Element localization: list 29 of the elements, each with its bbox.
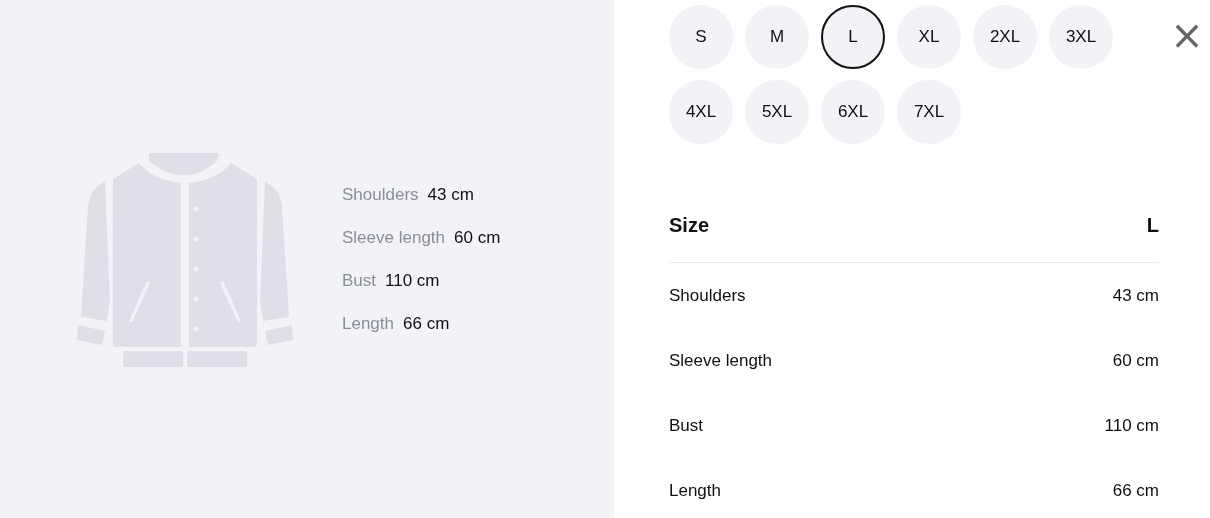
close-button[interactable]: × bbox=[1174, 15, 1200, 55]
size-option[interactable]: 7XL bbox=[897, 80, 961, 144]
measurement-label: Sleeve length bbox=[342, 227, 446, 248]
measurement-value: 43 cm bbox=[1112, 285, 1159, 306]
size-option[interactable]: L bbox=[821, 5, 885, 69]
measurement-value: 110 cm bbox=[385, 270, 440, 291]
measurement-label: Length bbox=[342, 313, 394, 334]
size-option[interactable]: 4XL bbox=[669, 80, 733, 144]
size-option[interactable]: M bbox=[745, 5, 809, 69]
measurement-value: 66 cm bbox=[1112, 480, 1159, 501]
measurement-value: 66 cm bbox=[403, 313, 450, 334]
measurement-value: 60 cm bbox=[454, 227, 501, 248]
size-option[interactable]: S bbox=[669, 5, 733, 69]
measurement-label: Shoulders bbox=[669, 285, 746, 306]
measurement-label: Length bbox=[669, 480, 721, 501]
size-option[interactable]: 2XL bbox=[973, 5, 1037, 69]
measurement-label: Bust bbox=[669, 415, 704, 436]
measurement-label: Shoulders bbox=[342, 184, 419, 205]
size-option[interactable]: XL bbox=[897, 5, 961, 69]
measurement-value: 110 cm bbox=[1104, 415, 1159, 436]
size-option[interactable]: 5XL bbox=[745, 80, 809, 144]
size-option[interactable]: 6XL bbox=[821, 80, 885, 144]
measurement-value: 60 cm bbox=[1112, 350, 1159, 371]
measurement-label: Bust bbox=[342, 270, 377, 291]
measurement-label: Sleeve length bbox=[669, 350, 773, 371]
size-option[interactable]: 3XL bbox=[1049, 5, 1113, 69]
measurement-value: 43 cm bbox=[427, 184, 474, 205]
table-header: Size bbox=[669, 213, 710, 237]
selected-size-value: L bbox=[1146, 213, 1159, 237]
